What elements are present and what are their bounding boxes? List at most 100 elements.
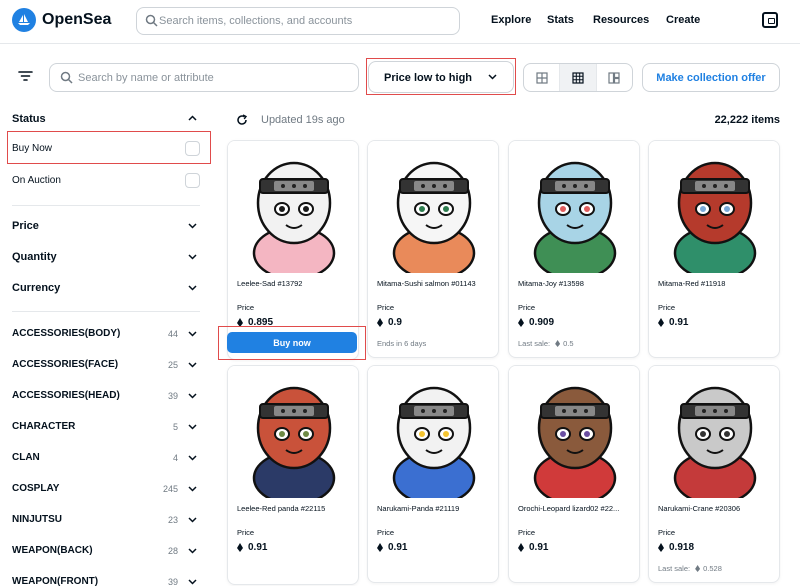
nft-item-price: 0.909: [518, 317, 554, 328]
extra-info-text: Last sale:: [658, 564, 691, 573]
price-value: 0.918: [669, 542, 695, 553]
trait-filter-name[interactable]: CHARACTER: [12, 421, 75, 432]
attribute-search-input[interactable]: Search by name or attribute: [49, 63, 359, 92]
nft-item-card[interactable]: Narukami-Crane #20306 Price 0.918 Last sale…: [648, 365, 780, 583]
nft-item-extra-info: Last sale: 0.528: [658, 564, 722, 573]
nft-item-card[interactable]: Mitama-Sushi salmon #01143 Price 0.9 Ends i…: [367, 140, 499, 358]
trait-filter-count: 28: [167, 546, 178, 556]
chevron-down-icon[interactable]: [188, 223, 197, 229]
nft-item-extra-info: Ends in 6 days: [377, 339, 426, 348]
ethereum-icon: [518, 318, 524, 327]
top-navigation-bar: OpenSea Search items, collections, and a…: [0, 0, 800, 44]
trait-filter-name[interactable]: CLAN: [12, 452, 40, 463]
nft-item-image[interactable]: [228, 366, 358, 498]
nft-item-image[interactable]: [509, 141, 639, 273]
ethereum-icon: [695, 565, 701, 572]
trait-filter-name[interactable]: COSPLAY: [12, 483, 59, 494]
search-icon: [145, 14, 158, 27]
nft-item-image[interactable]: [649, 141, 779, 273]
chevron-down-icon[interactable]: [188, 285, 197, 291]
nft-item-price: 0.91: [237, 542, 267, 553]
nft-item-card[interactable]: Orochi-Leopard lizard02 #22... Price 0.91: [508, 365, 640, 583]
trait-filter-name[interactable]: WEAPON(FRONT): [12, 576, 98, 586]
chevron-down-icon[interactable]: [188, 579, 197, 585]
on-auction-checkbox[interactable]: [185, 173, 200, 188]
nft-item-name[interactable]: Orochi-Leopard lizard02 #22...: [518, 504, 632, 513]
nft-item-image[interactable]: [228, 141, 358, 273]
price-label: Price: [658, 528, 676, 537]
highlight-buy-now-button: [218, 326, 366, 360]
price-label: Price: [377, 528, 395, 537]
trait-filter-count: 39: [167, 577, 178, 586]
price-filter-heading[interactable]: Price: [12, 220, 39, 232]
nft-item-card[interactable]: Mitama-Red #11918 Price 0.91: [648, 140, 780, 358]
nft-item-card[interactable]: Mitama-Joy #13598 Price 0.909 Last sale: 0.5: [508, 140, 640, 358]
chevron-down-icon[interactable]: [188, 331, 197, 337]
nft-item-image[interactable]: [509, 366, 639, 498]
trait-filter-name[interactable]: ACCESSORIES(HEAD): [12, 390, 120, 401]
status-option-on-auction[interactable]: On Auction: [12, 175, 61, 186]
sidebar-divider: [12, 205, 200, 206]
chevron-down-icon[interactable]: [188, 455, 197, 461]
sailboat-icon[interactable]: [12, 8, 36, 32]
ethereum-icon: [658, 543, 664, 552]
nft-item-image[interactable]: [368, 141, 498, 273]
trait-filter-name[interactable]: ACCESSORIES(BODY): [12, 328, 120, 339]
nft-item-price: 0.91: [377, 542, 407, 553]
filter-icon[interactable]: [18, 70, 33, 82]
ethereum-icon: [237, 543, 243, 552]
small-grid-icon[interactable]: [559, 64, 597, 91]
trait-filter-name[interactable]: WEAPON(BACK): [12, 545, 93, 556]
nft-item-name[interactable]: Leelee-Sad #13792: [237, 279, 351, 288]
make-collection-offer-button[interactable]: Make collection offer: [642, 63, 780, 92]
chevron-up-icon[interactable]: [188, 115, 197, 121]
trait-filter-name[interactable]: ACCESSORIES(FACE): [12, 359, 118, 370]
price-value: 0.91: [388, 542, 408, 553]
nav-stats[interactable]: Stats: [547, 14, 574, 26]
nft-item-price: 0.91: [658, 317, 688, 328]
nft-item-name[interactable]: Narukami-Crane #20306: [658, 504, 772, 513]
refresh-icon[interactable]: [236, 114, 248, 126]
ethereum-icon: [377, 318, 383, 327]
nav-explore[interactable]: Explore: [491, 14, 531, 26]
chevron-down-icon[interactable]: [188, 362, 197, 368]
nav-resources[interactable]: Resources: [593, 14, 649, 26]
price-value: 0.91: [248, 542, 268, 553]
nft-item-extra-info: Last sale: 0.5: [518, 339, 574, 348]
nft-item-name[interactable]: Mitama-Joy #13598: [518, 279, 632, 288]
mixed-grid-icon[interactable]: [597, 64, 632, 91]
trait-filter-count: 39: [167, 391, 178, 401]
price-value: 0.9: [388, 317, 402, 328]
trait-filter-count: 4: [172, 453, 178, 463]
chevron-down-icon[interactable]: [188, 393, 197, 399]
chevron-down-icon[interactable]: [188, 517, 197, 523]
ethereum-icon: [658, 318, 664, 327]
view-toggle: [523, 63, 633, 92]
currency-filter-heading[interactable]: Currency: [12, 282, 60, 294]
nav-create[interactable]: Create: [666, 14, 700, 26]
nft-item-price: 0.91: [518, 542, 548, 553]
trait-filter-count: 25: [167, 360, 178, 370]
chevron-down-icon[interactable]: [188, 254, 197, 260]
quantity-filter-heading[interactable]: Quantity: [12, 251, 57, 263]
nft-item-name[interactable]: Narukami-Panda #21119: [377, 504, 491, 513]
nft-item-name[interactable]: Mitama-Sushi salmon #01143: [377, 279, 491, 288]
brand-name[interactable]: OpenSea: [42, 11, 111, 29]
trait-filter-count: 245: [162, 484, 178, 494]
nft-item-card[interactable]: Leelee-Red panda #22115 Price 0.91: [227, 365, 359, 585]
trait-filter-name[interactable]: NINJUTSU: [12, 514, 62, 525]
price-label: Price: [377, 303, 395, 312]
nft-item-card[interactable]: Narukami-Panda #21119 Price 0.91: [367, 365, 499, 583]
header-search-input[interactable]: Search items, collections, and accounts: [136, 7, 460, 35]
status-filter-heading[interactable]: Status: [12, 113, 46, 125]
large-grid-icon[interactable]: [524, 64, 559, 91]
nft-item-name[interactable]: Leelee-Red panda #22115: [237, 504, 351, 513]
chevron-down-icon[interactable]: [188, 486, 197, 492]
wallet-icon[interactable]: [762, 12, 778, 28]
attribute-search-placeholder: Search by name or attribute: [78, 72, 214, 84]
nft-item-image[interactable]: [649, 366, 779, 498]
nft-item-name[interactable]: Mitama-Red #11918: [658, 279, 772, 288]
chevron-down-icon[interactable]: [188, 548, 197, 554]
nft-item-image[interactable]: [368, 366, 498, 498]
chevron-down-icon[interactable]: [188, 424, 197, 430]
